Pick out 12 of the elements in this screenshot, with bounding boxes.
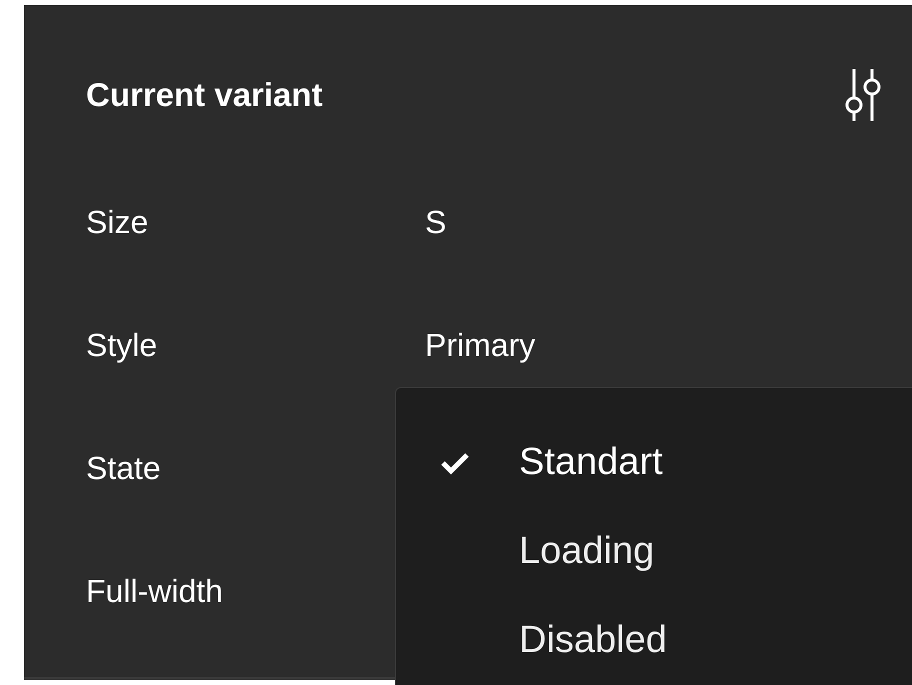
property-label: Full-width (86, 572, 224, 610)
property-label: Style (86, 326, 158, 365)
property-label: State (86, 448, 162, 488)
sliders-icon[interactable] (844, 67, 882, 123)
check-icon (440, 450, 470, 474)
panel-title: Current variant (86, 75, 323, 116)
dropdown-option[interactable]: Standart (396, 418, 912, 507)
property-value[interactable]: Primary (425, 320, 536, 368)
property-value[interactable]: S (425, 198, 446, 246)
dropdown-option[interactable]: Loading (396, 507, 912, 596)
property-label: Size (86, 202, 150, 242)
dropdown-option[interactable]: Disabled (396, 596, 912, 685)
